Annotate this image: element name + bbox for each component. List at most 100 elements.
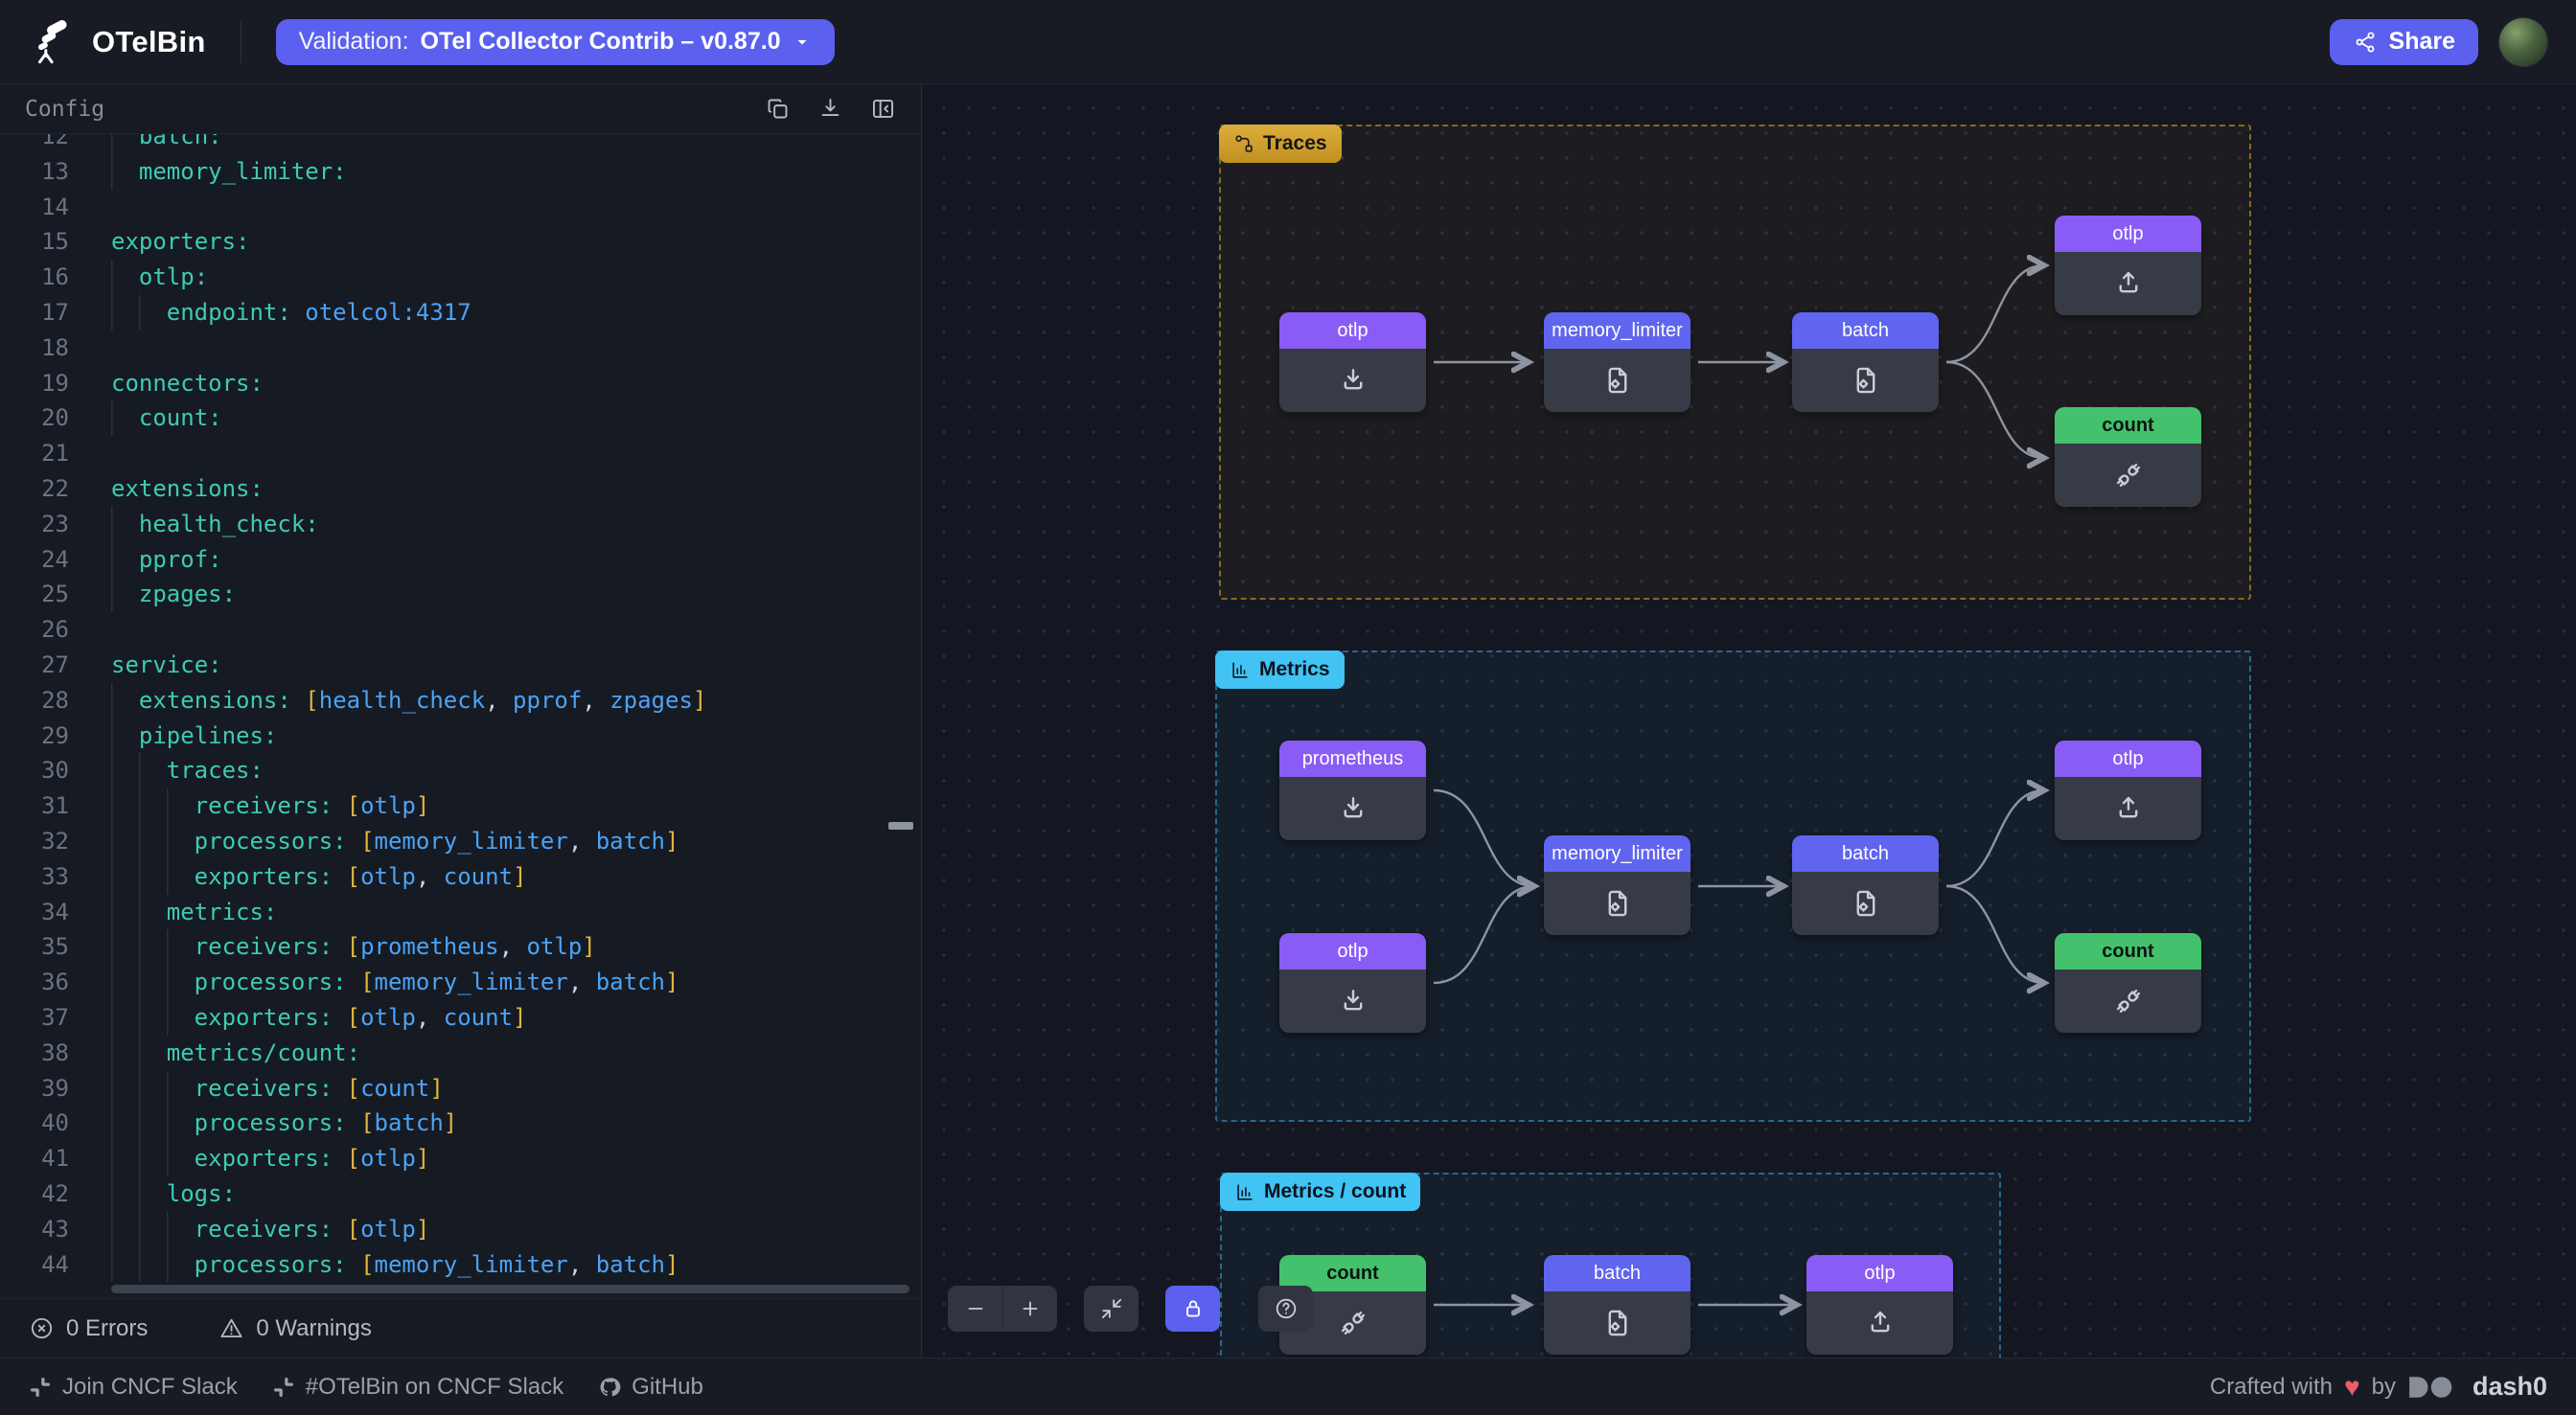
code-line[interactable]: 36processors: [memory_limiter, batch] [0, 965, 921, 1000]
code-line[interactable]: 27service: [0, 648, 921, 683]
crafted-by: Crafted with ♥ by dash0 [2210, 1372, 2547, 1402]
otelbin-slack-channel-link[interactable]: #OTelBin on CNCF Slack [272, 1374, 564, 1401]
indent-guide [111, 895, 139, 930]
code-line[interactable]: 12batch: [0, 134, 921, 154]
metrics-group-label: Metrics [1259, 658, 1330, 681]
code-token: exporters: [195, 1004, 334, 1031]
code-line[interactable]: 17endpoint: otelcol:4317 [0, 295, 921, 331]
line-number: 26 [0, 612, 86, 648]
code-token: , [568, 1251, 596, 1278]
help-button[interactable] [1258, 1286, 1313, 1332]
code-line[interactable]: 22extensions: [0, 471, 921, 507]
code-line[interactable]: 20count: [0, 400, 921, 436]
header-right: Share [2330, 18, 2547, 66]
node-metrics-prometheus-receiver[interactable]: prometheus [1279, 741, 1426, 840]
code-line[interactable]: 23health_check: [0, 507, 921, 542]
code-line[interactable]: 18 [0, 331, 921, 366]
node-metricscount-batch[interactable]: batch [1544, 1255, 1690, 1355]
horizontal-scrollbar[interactable] [111, 1285, 909, 1293]
code-line[interactable]: 29pipelines: [0, 719, 921, 754]
code-token: [ [347, 1075, 360, 1102]
code-line[interactable]: 26 [0, 612, 921, 648]
node-traces-count-connector[interactable]: count [2055, 407, 2201, 507]
node-metricscount-otlp-exporter[interactable]: otlp [1806, 1255, 1953, 1355]
bar-chart-icon [1230, 659, 1251, 680]
line-number: 34 [0, 895, 86, 930]
indent-guide [167, 1106, 195, 1141]
share-button[interactable]: Share [2330, 19, 2478, 65]
download-icon[interactable] [817, 96, 843, 122]
node-traces-otlp-exporter[interactable]: otlp [2055, 216, 2201, 315]
dash0-logo-icon[interactable] [2407, 1375, 2461, 1400]
code-line[interactable]: 39receivers: [count] [0, 1071, 921, 1107]
zoom-out-button[interactable] [948, 1286, 1002, 1332]
exporter-icon [1864, 1307, 1897, 1339]
github-icon [598, 1376, 621, 1399]
collapse-panel-icon[interactable] [870, 96, 896, 122]
pipeline-canvas[interactable]: Traces Metrics Metrics / count [922, 84, 2576, 1358]
code-line[interactable]: 21 [0, 436, 921, 471]
code-line[interactable]: 19connectors: [0, 366, 921, 401]
code-token [333, 863, 346, 890]
minimize-icon [1099, 1296, 1124, 1321]
indent-guide [167, 788, 195, 824]
code-line[interactable]: 31receivers: [otlp] [0, 788, 921, 824]
code-line[interactable]: 32processors: [memory_limiter, batch] [0, 824, 921, 859]
code-line[interactable]: 43receivers: [otlp] [0, 1212, 921, 1247]
code-line[interactable]: 40processors: [batch] [0, 1106, 921, 1141]
traces-group-label: Traces [1263, 132, 1327, 155]
code-line[interactable]: 34metrics: [0, 895, 921, 930]
exporter-icon [2112, 792, 2145, 825]
indent-guide [139, 788, 167, 824]
code-token: memory_limiter [375, 828, 568, 855]
code-line[interactable]: 41exporters: [otlp] [0, 1141, 921, 1176]
indent-guide [167, 824, 195, 859]
code-line[interactable]: 28extensions: [health_check, pprof, zpag… [0, 683, 921, 719]
node-metrics-otlp-exporter[interactable]: otlp [2055, 741, 2201, 840]
user-avatar[interactable] [2499, 18, 2547, 66]
copy-icon[interactable] [765, 96, 791, 122]
zoom-in-button[interactable] [1002, 1286, 1057, 1332]
github-link[interactable]: GitHub [598, 1374, 703, 1401]
code-line[interactable]: 44processors: [memory_limiter, batch] [0, 1247, 921, 1283]
code-token: endpoint: [167, 299, 291, 326]
code-line[interactable]: 24pprof: [0, 542, 921, 578]
metrics-count-group-tag: Metrics / count [1220, 1173, 1420, 1211]
code-line[interactable]: 16otlp: [0, 260, 921, 295]
node-traces-batch[interactable]: batch [1792, 312, 1939, 412]
node-traces-otlp-receiver[interactable]: otlp [1279, 312, 1426, 412]
lock-button[interactable] [1165, 1286, 1220, 1332]
node-metrics-batch[interactable]: batch [1792, 835, 1939, 935]
node-traces-memory-limiter[interactable]: memory_limiter [1544, 312, 1690, 412]
yaml-editor[interactable]: 12batch:13memory_limiter:1415exporters:1… [0, 134, 921, 1298]
indent-guide [111, 683, 139, 719]
node-metrics-count-connector[interactable]: count [2055, 933, 2201, 1033]
fit-view-button[interactable] [1084, 1286, 1138, 1332]
code-line[interactable]: 38metrics/count: [0, 1036, 921, 1071]
code-token: ] [416, 1145, 429, 1172]
lock-icon [1181, 1296, 1206, 1321]
crafted-text: Crafted with [2210, 1374, 2333, 1401]
line-number: 38 [0, 1036, 86, 1071]
minus-icon [963, 1296, 988, 1321]
node-metrics-memory-limiter[interactable]: memory_limiter [1544, 835, 1690, 935]
code-line[interactable]: 30traces: [0, 753, 921, 788]
code-token: otlp [360, 1004, 416, 1031]
indent-guide [111, 965, 139, 1000]
join-cncf-slack-link[interactable]: Join CNCF Slack [29, 1374, 238, 1401]
code-line[interactable]: 13memory_limiter: [0, 154, 921, 190]
code-line[interactable]: 25zpages: [0, 577, 921, 612]
vertical-scrollbar-thumb[interactable] [888, 822, 913, 830]
code-line[interactable]: 33exporters: [otlp, count] [0, 859, 921, 895]
code-line[interactable]: 35receivers: [prometheus, otlp] [0, 929, 921, 965]
code-line[interactable]: 37exporters: [otlp, count] [0, 1000, 921, 1036]
validation-dropdown-button[interactable]: Validation: OTel Collector Contrib – v0.… [276, 19, 835, 65]
code-line[interactable]: 42logs: [0, 1176, 921, 1212]
code-line[interactable]: 15exporters: [0, 224, 921, 260]
dash0-brand-name[interactable]: dash0 [2472, 1372, 2547, 1402]
node-metrics-otlp-receiver[interactable]: otlp [1279, 933, 1426, 1033]
indent-guide [111, 1141, 139, 1176]
code-token: [ [305, 687, 318, 714]
exporter-icon [2112, 267, 2145, 300]
code-line[interactable]: 14 [0, 190, 921, 225]
